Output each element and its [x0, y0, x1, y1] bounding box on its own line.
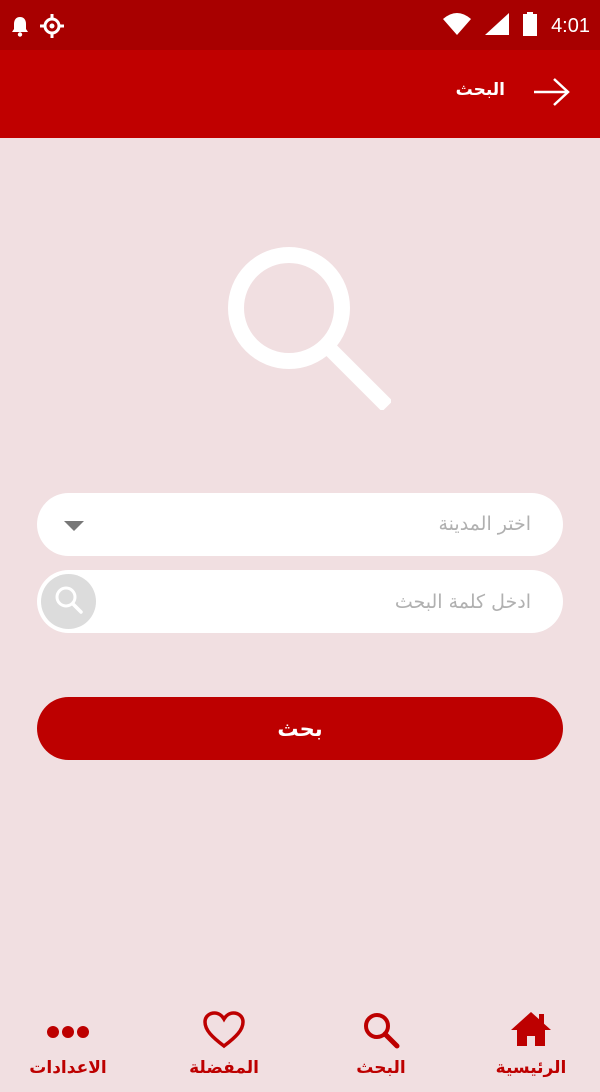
nav-item-favorites[interactable]: المفضلة — [149, 1000, 299, 1092]
notification-bell-icon — [10, 15, 30, 41]
signal-icon — [485, 13, 510, 39]
page-title: البحث — [455, 80, 505, 100]
home-icon — [509, 1010, 553, 1052]
back-button[interactable] — [530, 76, 574, 112]
nav-label-favorites: المفضلة — [189, 1058, 259, 1078]
keyword-search-input[interactable] — [131, 570, 531, 633]
chevron-down-icon — [64, 521, 84, 531]
search-illustration-icon — [226, 245, 393, 412]
app-bar: البحث — [0, 50, 600, 138]
status-bar: 4:01 — [0, 0, 600, 50]
nav-item-home[interactable]: الرئيسية — [456, 1000, 600, 1092]
nav-item-settings[interactable]: الاعدادات — [0, 1000, 143, 1092]
search-icon — [361, 1010, 401, 1054]
battery-icon — [523, 12, 538, 40]
wifi-icon — [443, 13, 472, 39]
nav-label-search: البحث — [356, 1058, 406, 1078]
submit-search-button[interactable]: بحث — [37, 697, 563, 760]
nav-label-settings: الاعدادات — [29, 1058, 107, 1078]
location-icon — [40, 14, 64, 42]
bottom-nav: الرئيسية البحث المفضلة الاعدادات — [0, 1000, 600, 1092]
heart-icon — [202, 1010, 246, 1054]
keyword-search-button[interactable] — [41, 574, 96, 629]
more-dots-icon — [45, 1010, 91, 1054]
city-select-placeholder: اختر المدينة — [438, 513, 531, 535]
search-icon — [54, 585, 84, 619]
city-select[interactable]: اختر المدينة — [37, 493, 563, 556]
keyword-field — [37, 570, 563, 633]
arrow-right-icon — [532, 77, 572, 111]
nav-label-home: الرئيسية — [495, 1058, 567, 1078]
status-clock: 4:01 — [551, 14, 590, 37]
nav-item-search[interactable]: البحث — [306, 1000, 456, 1092]
